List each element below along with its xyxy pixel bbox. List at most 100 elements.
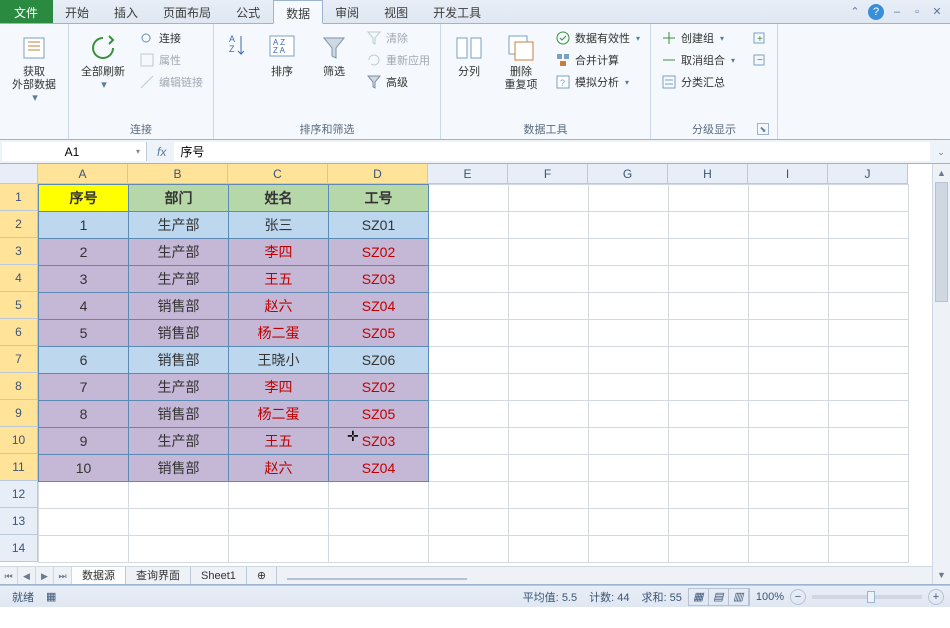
row-header-5[interactable]: 5 — [0, 292, 38, 319]
data-cell[interactable]: SZ04 — [329, 293, 429, 320]
data-cell[interactable]: 销售部 — [129, 455, 229, 482]
row-header-13[interactable]: 13 — [0, 508, 38, 535]
consolidate-button[interactable]: 合并计算 — [551, 50, 644, 70]
scroll-up-icon[interactable]: ▲ — [933, 164, 950, 182]
data-cell[interactable]: 赵六 — [229, 293, 329, 320]
tab-开发工具[interactable]: 开发工具 — [421, 0, 494, 23]
remove-duplicates-button[interactable]: 删除重复项 — [495, 28, 547, 94]
header-cell[interactable]: 部门 — [129, 185, 229, 212]
zoom-knob[interactable] — [867, 591, 875, 603]
tab-file[interactable]: 文件 — [0, 0, 53, 23]
col-header-G[interactable]: G — [588, 164, 668, 184]
data-cell[interactable]: 9 — [39, 428, 129, 455]
data-cell[interactable]: 2 — [39, 239, 129, 266]
col-header-H[interactable]: H — [668, 164, 748, 184]
data-cell[interactable]: 张三 — [229, 212, 329, 239]
data-cell[interactable]: 生产部 — [129, 239, 229, 266]
window-restore-icon[interactable]: ▫ — [910, 5, 924, 19]
tab-开始[interactable]: 开始 — [53, 0, 102, 23]
zoom-in-button[interactable]: + — [928, 589, 944, 605]
zoom-out-button[interactable]: − — [790, 589, 806, 605]
row-header-7[interactable]: 7 — [0, 346, 38, 373]
sheet-tab-Sheet1[interactable]: Sheet1 — [191, 567, 247, 585]
row-header-12[interactable]: 12 — [0, 481, 38, 508]
vertical-scrollbar[interactable]: ▲ ▼ — [932, 164, 950, 584]
row-header-6[interactable]: 6 — [0, 319, 38, 346]
data-cell[interactable]: 7 — [39, 374, 129, 401]
data-cell[interactable]: 生产部 — [129, 266, 229, 293]
col-header-J[interactable]: J — [828, 164, 908, 184]
view-mode-buttons[interactable]: ▦ ▤ ▥ — [688, 588, 750, 606]
data-validation-button[interactable]: 数据有效性▾ — [551, 28, 644, 48]
name-box-input[interactable] — [8, 145, 136, 159]
page-break-view-icon[interactable]: ▥ — [729, 589, 749, 605]
data-cell[interactable]: 6 — [39, 347, 129, 374]
new-sheet-icon[interactable]: ⊕ — [247, 567, 277, 585]
row-header-3[interactable]: 3 — [0, 238, 38, 265]
help-icon[interactable]: ? — [868, 4, 884, 20]
header-cell[interactable]: 序号 — [39, 185, 129, 212]
data-cell[interactable]: 1 — [39, 212, 129, 239]
cells-area[interactable]: 序号部门姓名工号1生产部张三SZ012生产部李四SZ023生产部王五SZ034销… — [38, 184, 932, 566]
data-cell[interactable]: 王五 — [229, 428, 329, 455]
tab-审阅[interactable]: 审阅 — [323, 0, 372, 23]
col-header-C[interactable]: C — [228, 164, 328, 184]
group-button[interactable]: 创建组▾ — [657, 28, 739, 48]
data-cell[interactable]: 李四 — [229, 239, 329, 266]
data-cell[interactable]: 生产部 — [129, 428, 229, 455]
col-header-F[interactable]: F — [508, 164, 588, 184]
what-if-button[interactable]: ?模拟分析▾ — [551, 72, 644, 92]
data-cell[interactable]: 销售部 — [129, 320, 229, 347]
advanced-filter-button[interactable]: 高级 — [362, 72, 434, 92]
col-header-A[interactable]: A — [38, 164, 128, 184]
row-header-9[interactable]: 9 — [0, 400, 38, 427]
sheet-last-icon[interactable]: ⏭ — [54, 567, 72, 585]
data-cell[interactable]: SZ01 — [329, 212, 429, 239]
row-header-10[interactable]: 10 — [0, 427, 38, 454]
data-cell[interactable]: 李四 — [229, 374, 329, 401]
zoom-slider[interactable] — [812, 595, 922, 599]
formula-expand-icon[interactable]: ⌄ — [932, 140, 950, 163]
data-cell[interactable]: 10 — [39, 455, 129, 482]
formula-input-area[interactable] — [174, 142, 930, 161]
row-header-2[interactable]: 2 — [0, 211, 38, 238]
data-cell[interactable]: 赵六 — [229, 455, 329, 482]
data-cell[interactable]: SZ04 — [329, 455, 429, 482]
fx-icon[interactable]: fx — [157, 145, 166, 159]
scroll-thumb[interactable] — [935, 182, 948, 302]
data-cell[interactable]: SZ06 — [329, 347, 429, 374]
data-cell[interactable]: SZ05 — [329, 401, 429, 428]
scroll-down-icon[interactable]: ▼ — [933, 566, 950, 584]
sort-button[interactable]: A ZZ A 排序 — [258, 28, 306, 81]
data-cell[interactable]: 销售部 — [129, 401, 229, 428]
header-cell[interactable]: 工号 — [329, 185, 429, 212]
data-cell[interactable]: 销售部 — [129, 347, 229, 374]
data-cell[interactable]: 杨二蛋 — [229, 401, 329, 428]
data-cell[interactable]: 4 — [39, 293, 129, 320]
hide-detail-button[interactable]: − — [747, 50, 771, 70]
hscroll-thumb[interactable] — [287, 578, 467, 580]
data-cell[interactable]: SZ03 — [329, 266, 429, 293]
col-header-D[interactable]: D — [328, 164, 428, 184]
select-all-corner[interactable] — [0, 164, 38, 184]
row-header-8[interactable]: 8 — [0, 373, 38, 400]
tab-视图[interactable]: 视图 — [372, 0, 421, 23]
outline-launcher-icon[interactable]: ⬊ — [757, 123, 769, 135]
zoom-level[interactable]: 100% — [756, 591, 784, 603]
data-cell[interactable]: SZ02 — [329, 239, 429, 266]
sheet-tab-查询界面[interactable]: 查询界面 — [126, 567, 191, 585]
ungroup-button[interactable]: 取消组合▾ — [657, 50, 739, 70]
data-cell[interactable]: 生产部 — [129, 374, 229, 401]
row-header-11[interactable]: 11 — [0, 454, 38, 481]
data-cell[interactable]: SZ02 — [329, 374, 429, 401]
get-external-data-button[interactable]: 获取外部数据▾ — [6, 28, 62, 107]
row-header-14[interactable]: 14 — [0, 535, 38, 562]
tab-页面布局[interactable]: 页面布局 — [151, 0, 224, 23]
sheet-prev-icon[interactable]: ◀ — [18, 567, 36, 585]
data-cell[interactable]: SZ05 — [329, 320, 429, 347]
col-header-I[interactable]: I — [748, 164, 828, 184]
normal-view-icon[interactable]: ▦ — [689, 589, 709, 605]
data-cell[interactable]: 杨二蛋 — [229, 320, 329, 347]
data-cell[interactable]: 8 — [39, 401, 129, 428]
data-cell[interactable]: 生产部 — [129, 212, 229, 239]
